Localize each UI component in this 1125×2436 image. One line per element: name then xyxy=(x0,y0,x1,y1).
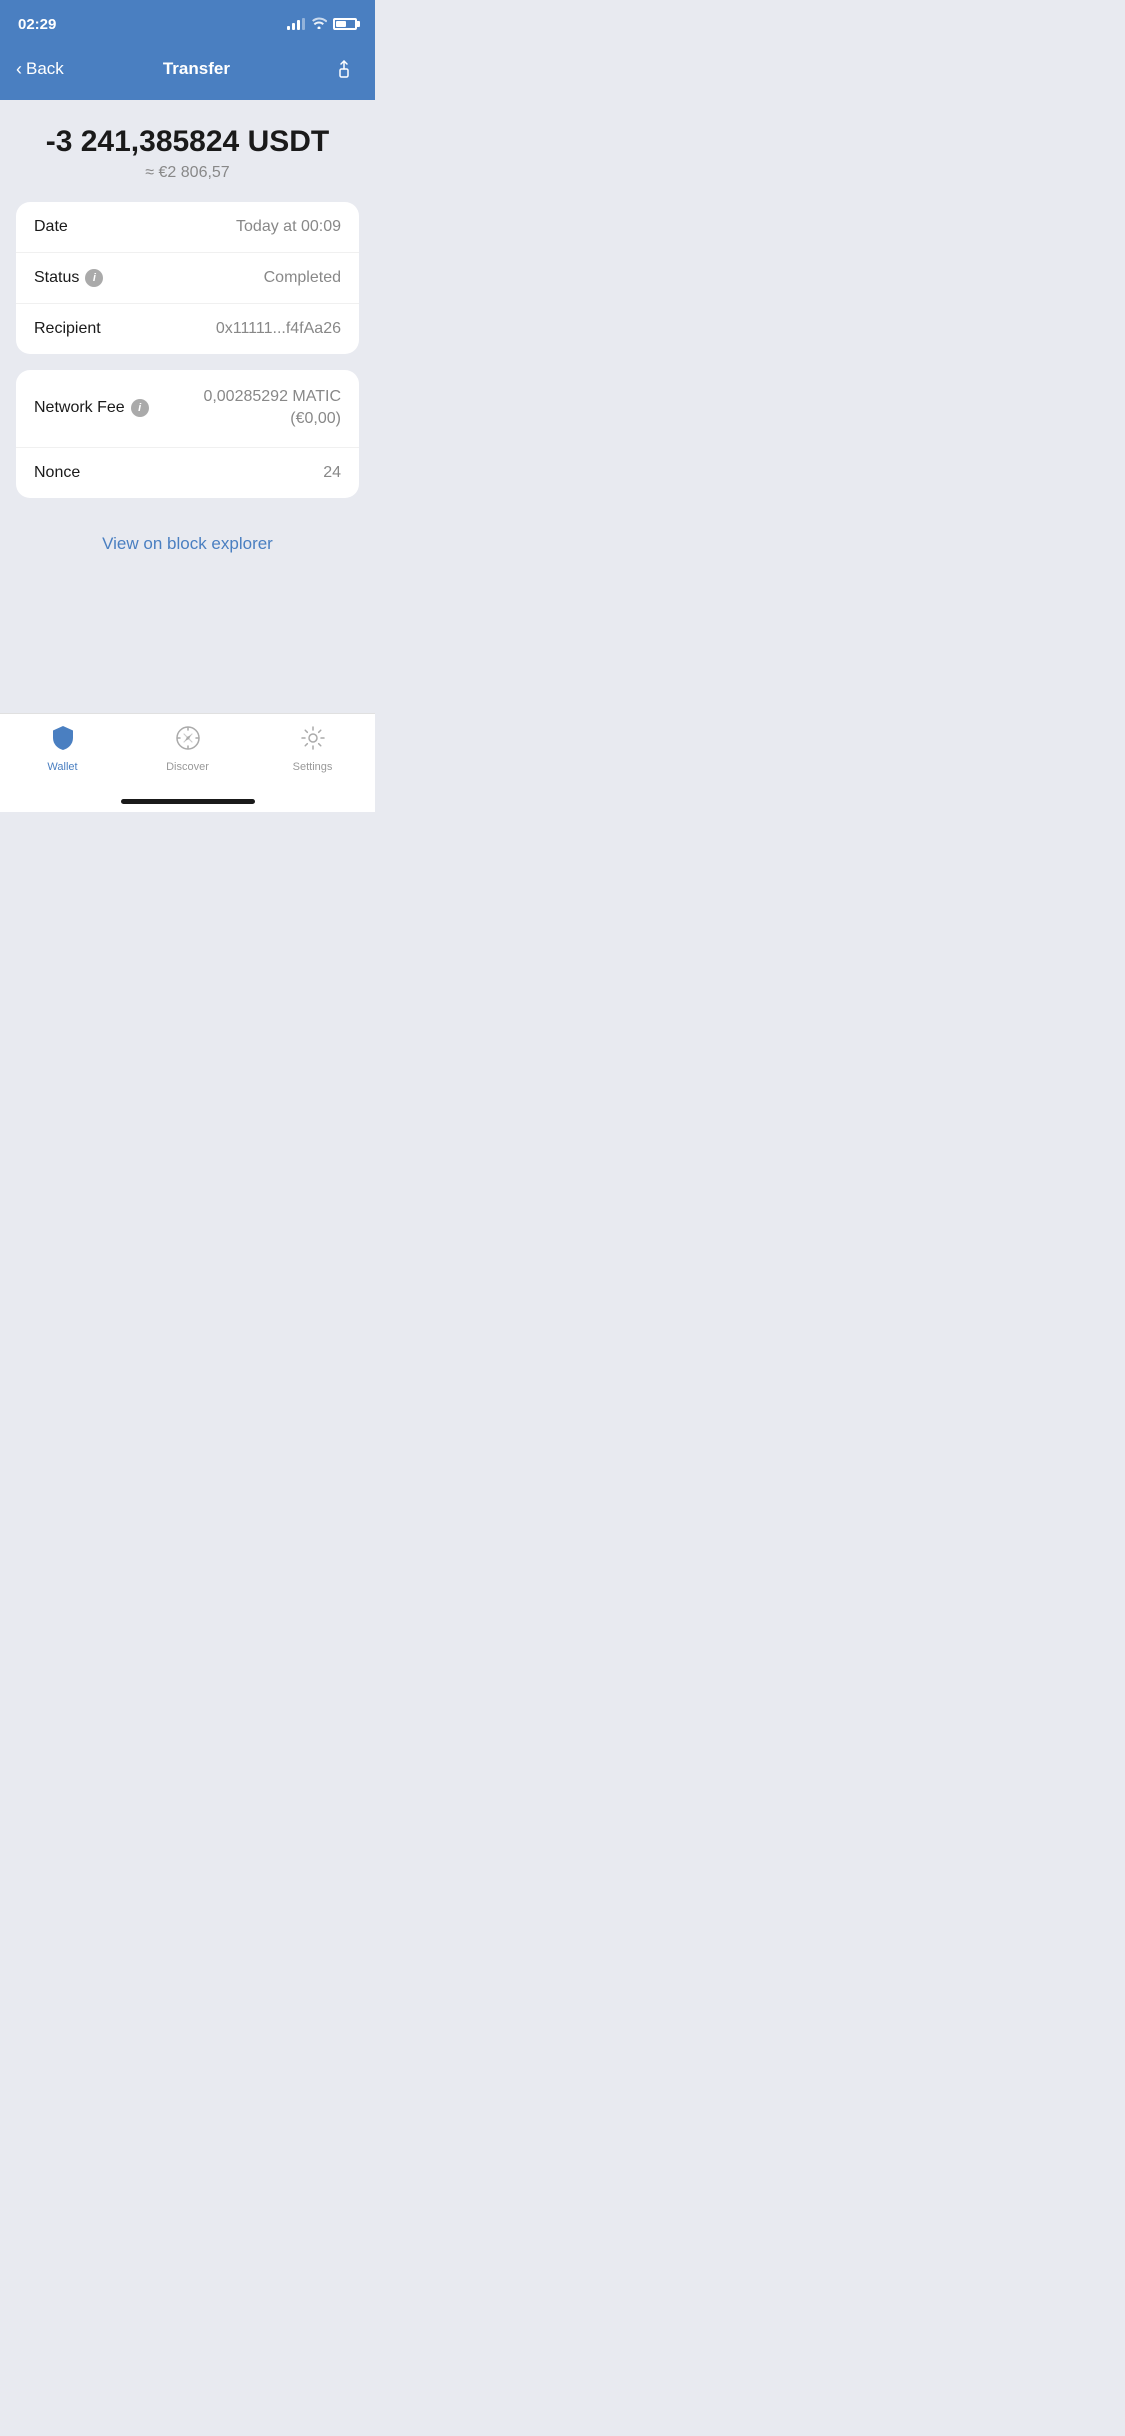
tab-discover[interactable]: Discover xyxy=(125,724,250,773)
network-fee-label: Network Fee i xyxy=(34,399,149,417)
home-indicator xyxy=(0,793,375,812)
amount-main: -3 241,385824 USDT xyxy=(16,124,359,160)
home-bar xyxy=(121,799,255,804)
main-content: -3 241,385824 USDT ≈ €2 806,57 Date Toda… xyxy=(0,100,375,713)
settings-gear-icon xyxy=(299,724,327,757)
status-info-icon[interactable]: i xyxy=(85,269,103,287)
discover-compass-icon xyxy=(174,724,202,757)
fee-card: Network Fee i 0,00285292 MATIC(€0,00) No… xyxy=(16,370,359,498)
date-label: Date xyxy=(34,218,68,236)
amount-sub: ≈ €2 806,57 xyxy=(16,164,359,182)
network-fee-info-icon[interactable]: i xyxy=(131,399,149,417)
status-label: Status i xyxy=(34,269,103,287)
nav-title: Transfer xyxy=(163,59,230,79)
amount-section: -3 241,385824 USDT ≈ €2 806,57 xyxy=(16,124,359,182)
recipient-label: Recipient xyxy=(34,320,101,338)
back-button[interactable]: ‹ Back xyxy=(16,59,64,80)
tab-settings[interactable]: Settings xyxy=(250,724,375,773)
share-button[interactable] xyxy=(329,54,359,84)
status-value: Completed xyxy=(264,269,341,287)
status-icons xyxy=(287,16,357,32)
details-card: Date Today at 00:09 Status i Completed R… xyxy=(16,202,359,354)
status-bar: 02:29 xyxy=(0,0,375,44)
tab-bar: Wallet Discover Settings xyxy=(0,713,375,793)
wallet-shield-icon xyxy=(49,724,77,757)
status-time: 02:29 xyxy=(18,16,56,33)
wifi-icon xyxy=(311,16,327,32)
battery-icon xyxy=(333,18,357,30)
status-row: Status i Completed xyxy=(16,253,359,304)
signal-bars-icon xyxy=(287,18,305,30)
nav-bar: ‹ Back Transfer xyxy=(0,44,375,100)
date-value: Today at 00:09 xyxy=(236,218,341,236)
back-chevron-icon: ‹ xyxy=(16,59,22,80)
nonce-row: Nonce 24 xyxy=(16,448,359,498)
nonce-value: 24 xyxy=(323,464,341,482)
back-label: Back xyxy=(26,59,64,79)
date-row: Date Today at 00:09 xyxy=(16,202,359,253)
tab-wallet-label: Wallet xyxy=(47,761,77,773)
tab-wallet[interactable]: Wallet xyxy=(0,724,125,773)
tab-settings-label: Settings xyxy=(293,761,333,773)
network-fee-value: 0,00285292 MATIC(€0,00) xyxy=(203,386,341,431)
recipient-row: Recipient 0x11111...f4fAa26 xyxy=(16,304,359,354)
tab-discover-label: Discover xyxy=(166,761,209,773)
network-fee-row: Network Fee i 0,00285292 MATIC(€0,00) xyxy=(16,370,359,448)
nonce-label: Nonce xyxy=(34,464,80,482)
explorer-link[interactable]: View on block explorer xyxy=(16,514,359,574)
recipient-value: 0x11111...f4fAa26 xyxy=(216,320,341,338)
